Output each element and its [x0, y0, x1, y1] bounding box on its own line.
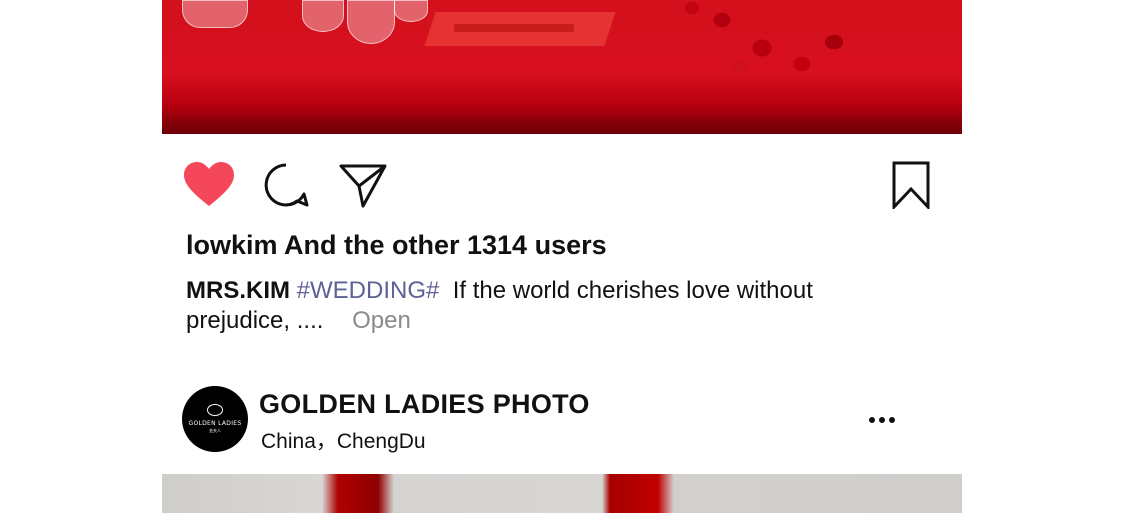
comment-button[interactable] [261, 160, 311, 210]
likes-summary[interactable]: lowkim And the other 1314 users [186, 230, 607, 261]
more-options-button[interactable] [862, 408, 902, 432]
avatar-brand-text: GOLDEN LADIES [188, 420, 242, 427]
more-dots-icon [889, 417, 895, 423]
share-icon [339, 164, 387, 208]
more-dots-icon [879, 417, 885, 423]
glass-decoration [347, 0, 395, 44]
next-post-header: GOLDEN LADIES 金夫人 GOLDEN LADIES PHOTO Ch… [182, 386, 902, 454]
like-button[interactable] [184, 160, 234, 210]
bookmark-icon [892, 161, 930, 209]
post-photo-next[interactable] [162, 474, 962, 513]
post-caption: MRS.KIM #WEDDING# If the world cherishes… [186, 276, 886, 336]
double-happiness-decoration [454, 24, 574, 32]
post-photo-wedding-table[interactable] [162, 0, 962, 134]
bookmark-button[interactable] [886, 160, 936, 210]
avatar[interactable]: GOLDEN LADIES 金夫人 [182, 386, 248, 452]
open-caption-link[interactable]: Open [352, 307, 411, 334]
post-location[interactable]: China，ChengDu [261, 425, 426, 455]
caption-hashtag[interactable]: #WEDDING# [297, 277, 440, 304]
post-actions [184, 160, 936, 212]
glass-decoration [182, 0, 248, 28]
caption-username[interactable]: MRS.KIM [186, 277, 290, 304]
heart-icon [184, 162, 234, 206]
avatar-sub-text: 金夫人 [209, 428, 221, 433]
more-dots-icon [869, 417, 875, 423]
glass-decoration [394, 0, 428, 22]
brand-logo-icon [207, 404, 223, 416]
share-button[interactable] [338, 160, 388, 210]
comment-icon [264, 163, 309, 207]
glass-decoration [302, 0, 344, 32]
account-name[interactable]: GOLDEN LADIES PHOTO [259, 389, 590, 420]
